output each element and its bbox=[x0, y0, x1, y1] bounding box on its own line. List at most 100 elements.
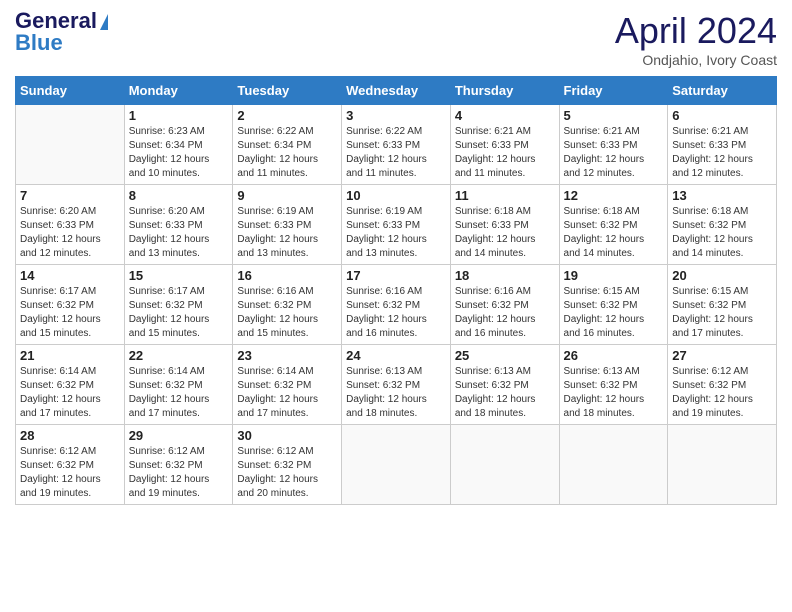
day-header: Monday bbox=[124, 77, 233, 105]
calendar-cell: 20 Sunrise: 6:15 AMSunset: 6:32 PMDayligh… bbox=[668, 265, 777, 345]
logo: General Blue bbox=[15, 10, 108, 54]
day-info: Sunrise: 6:21 AMSunset: 6:33 PMDaylight:… bbox=[455, 125, 555, 181]
day-number: 1 bbox=[129, 108, 229, 123]
day-number: 8 bbox=[129, 188, 229, 203]
day-info: Sunrise: 6:18 AMSunset: 6:32 PMDaylight:… bbox=[672, 205, 772, 261]
calendar-cell bbox=[559, 425, 668, 505]
calendar-week-row: 14Sunrise: 6:17 AMSunset: 6:32 PMDayligh… bbox=[16, 265, 777, 345]
calendar-cell: 27Sunrise: 6:12 AMSunset: 6:32 PMDayligh… bbox=[668, 345, 777, 425]
day-number: 11 bbox=[455, 188, 555, 203]
day-info: Sunrise: 6:21 AMSunset: 6:33 PMDaylight:… bbox=[564, 125, 664, 181]
day-info: Sunrise: 6:12 AMSunset: 6:32 PMDaylight:… bbox=[237, 445, 337, 501]
day-number: 22 bbox=[129, 348, 229, 363]
day-info: Sunrise: 6:14 AMSunset: 6:32 PMDaylight:… bbox=[20, 365, 120, 421]
calendar-cell bbox=[16, 105, 125, 185]
calendar-table: SundayMondayTuesdayWednesdayThursdayFrid… bbox=[15, 76, 777, 505]
day-number: 10 bbox=[346, 188, 446, 203]
day-number: 20 bbox=[672, 268, 772, 283]
title-block: April 2024 Ondjahio, Ivory Coast bbox=[615, 10, 777, 68]
day-info: Sunrise: 6:15 AMSunset: 6:32 PMDaylight:… bbox=[672, 285, 772, 341]
calendar-cell: 1Sunrise: 6:23 AMSunset: 6:34 PMDaylight… bbox=[124, 105, 233, 185]
day-info: Sunrise: 6:19 AMSunset: 6:33 PMDaylight:… bbox=[237, 205, 337, 261]
day-info: Sunrise: 6:12 AMSunset: 6:32 PMDaylight:… bbox=[129, 445, 229, 501]
day-number: 4 bbox=[455, 108, 555, 123]
day-info: Sunrise: 6:16 AMSunset: 6:32 PMDaylight:… bbox=[455, 285, 555, 341]
day-number: 6 bbox=[672, 108, 772, 123]
calendar-cell: 6Sunrise: 6:21 AMSunset: 6:33 PMDaylight… bbox=[668, 105, 777, 185]
calendar-cell: 8 Sunrise: 6:20 AMSunset: 6:33 PMDaylight… bbox=[124, 185, 233, 265]
day-number: 7 bbox=[20, 188, 120, 203]
day-header: Thursday bbox=[450, 77, 559, 105]
calendar-cell: 13 Sunrise: 6:18 AMSunset: 6:32 PMDayligh… bbox=[668, 185, 777, 265]
day-number: 26 bbox=[564, 348, 664, 363]
day-info: Sunrise: 6:12 AMSunset: 6:32 PMDaylight:… bbox=[672, 365, 772, 421]
day-info: Sunrise: 6:19 AMSunset: 6:33 PMDaylight:… bbox=[346, 205, 446, 261]
logo-blue: Blue bbox=[15, 30, 63, 55]
calendar-cell: 14Sunrise: 6:17 AMSunset: 6:32 PMDayligh… bbox=[16, 265, 125, 345]
day-info: Sunrise: 6:15 AMSunset: 6:32 PMDaylight:… bbox=[564, 285, 664, 341]
day-number: 3 bbox=[346, 108, 446, 123]
day-number: 13 bbox=[672, 188, 772, 203]
day-number: 15 bbox=[129, 268, 229, 283]
day-info: Sunrise: 6:13 AMSunset: 6:32 PMDaylight:… bbox=[455, 365, 555, 421]
day-number: 21 bbox=[20, 348, 120, 363]
calendar-cell: 25 Sunrise: 6:13 AMSunset: 6:32 PMDayligh… bbox=[450, 345, 559, 425]
calendar-cell bbox=[342, 425, 451, 505]
calendar-cell: 2 Sunrise: 6:22 AMSunset: 6:34 PMDaylight… bbox=[233, 105, 342, 185]
calendar-cell: 22 Sunrise: 6:14 AMSunset: 6:32 PMDayligh… bbox=[124, 345, 233, 425]
calendar-cell: 10 Sunrise: 6:19 AMSunset: 6:33 PMDayligh… bbox=[342, 185, 451, 265]
calendar-cell: 21 Sunrise: 6:14 AMSunset: 6:32 PMDayligh… bbox=[16, 345, 125, 425]
day-info: Sunrise: 6:14 AMSunset: 6:32 PMDaylight:… bbox=[129, 365, 229, 421]
location: Ondjahio, Ivory Coast bbox=[615, 52, 777, 68]
day-number: 2 bbox=[237, 108, 337, 123]
calendar-cell: 5 Sunrise: 6:21 AMSunset: 6:33 PMDaylight… bbox=[559, 105, 668, 185]
calendar-cell: 12Sunrise: 6:18 AMSunset: 6:32 PMDayligh… bbox=[559, 185, 668, 265]
day-number: 29 bbox=[129, 428, 229, 443]
day-info: Sunrise: 6:20 AMSunset: 6:33 PMDaylight:… bbox=[129, 205, 229, 261]
calendar-cell: 11 Sunrise: 6:18 AMSunset: 6:33 PMDayligh… bbox=[450, 185, 559, 265]
calendar-body: 1Sunrise: 6:23 AMSunset: 6:34 PMDaylight… bbox=[16, 105, 777, 505]
day-number: 5 bbox=[564, 108, 664, 123]
calendar-cell: 15Sunrise: 6:17 AMSunset: 6:32 PMDayligh… bbox=[124, 265, 233, 345]
day-number: 28 bbox=[20, 428, 120, 443]
day-info: Sunrise: 6:14 AMSunset: 6:32 PMDaylight:… bbox=[237, 365, 337, 421]
day-info: Sunrise: 6:16 AMSunset: 6:32 PMDaylight:… bbox=[346, 285, 446, 341]
day-info: Sunrise: 6:18 AMSunset: 6:32 PMDaylight:… bbox=[564, 205, 664, 261]
day-number: 14 bbox=[20, 268, 120, 283]
day-info: Sunrise: 6:20 AMSunset: 6:33 PMDaylight:… bbox=[20, 205, 120, 261]
calendar-title: April 2024 bbox=[615, 10, 777, 52]
day-number: 17 bbox=[346, 268, 446, 283]
calendar-cell: 26Sunrise: 6:13 AMSunset: 6:32 PMDayligh… bbox=[559, 345, 668, 425]
logo-text: General bbox=[15, 10, 108, 32]
day-number: 23 bbox=[237, 348, 337, 363]
day-number: 24 bbox=[346, 348, 446, 363]
calendar-cell: 23 Sunrise: 6:14 AMSunset: 6:32 PMDayligh… bbox=[233, 345, 342, 425]
calendar-cell: 29 Sunrise: 6:12 AMSunset: 6:32 PMDayligh… bbox=[124, 425, 233, 505]
day-info: Sunrise: 6:22 AMSunset: 6:33 PMDaylight:… bbox=[346, 125, 446, 181]
day-header: Sunday bbox=[16, 77, 125, 105]
day-number: 18 bbox=[455, 268, 555, 283]
calendar-cell: 7 Sunrise: 6:20 AMSunset: 6:33 PMDaylight… bbox=[16, 185, 125, 265]
day-number: 9 bbox=[237, 188, 337, 203]
calendar-week-row: 21 Sunrise: 6:14 AMSunset: 6:32 PMDayligh… bbox=[16, 345, 777, 425]
calendar-cell: 30 Sunrise: 6:12 AMSunset: 6:32 PMDayligh… bbox=[233, 425, 342, 505]
page-header: General Blue April 2024 Ondjahio, Ivory … bbox=[15, 10, 777, 68]
calendar-cell: 16Sunrise: 6:16 AMSunset: 6:32 PMDayligh… bbox=[233, 265, 342, 345]
day-header: Tuesday bbox=[233, 77, 342, 105]
day-header: Friday bbox=[559, 77, 668, 105]
calendar-cell: 28 Sunrise: 6:12 AMSunset: 6:32 PMDayligh… bbox=[16, 425, 125, 505]
day-number: 16 bbox=[237, 268, 337, 283]
day-info: Sunrise: 6:12 AMSunset: 6:32 PMDaylight:… bbox=[20, 445, 120, 501]
calendar-cell: 19Sunrise: 6:15 AMSunset: 6:32 PMDayligh… bbox=[559, 265, 668, 345]
calendar-cell bbox=[450, 425, 559, 505]
day-number: 25 bbox=[455, 348, 555, 363]
calendar-cell bbox=[668, 425, 777, 505]
calendar-week-row: 7 Sunrise: 6:20 AMSunset: 6:33 PMDaylight… bbox=[16, 185, 777, 265]
day-header: Saturday bbox=[668, 77, 777, 105]
calendar-cell: 3 Sunrise: 6:22 AMSunset: 6:33 PMDaylight… bbox=[342, 105, 451, 185]
calendar-cell: 18 Sunrise: 6:16 AMSunset: 6:32 PMDayligh… bbox=[450, 265, 559, 345]
day-info: Sunrise: 6:22 AMSunset: 6:34 PMDaylight:… bbox=[237, 125, 337, 181]
day-number: 30 bbox=[237, 428, 337, 443]
calendar-cell: 4 Sunrise: 6:21 AMSunset: 6:33 PMDaylight… bbox=[450, 105, 559, 185]
day-info: Sunrise: 6:18 AMSunset: 6:33 PMDaylight:… bbox=[455, 205, 555, 261]
